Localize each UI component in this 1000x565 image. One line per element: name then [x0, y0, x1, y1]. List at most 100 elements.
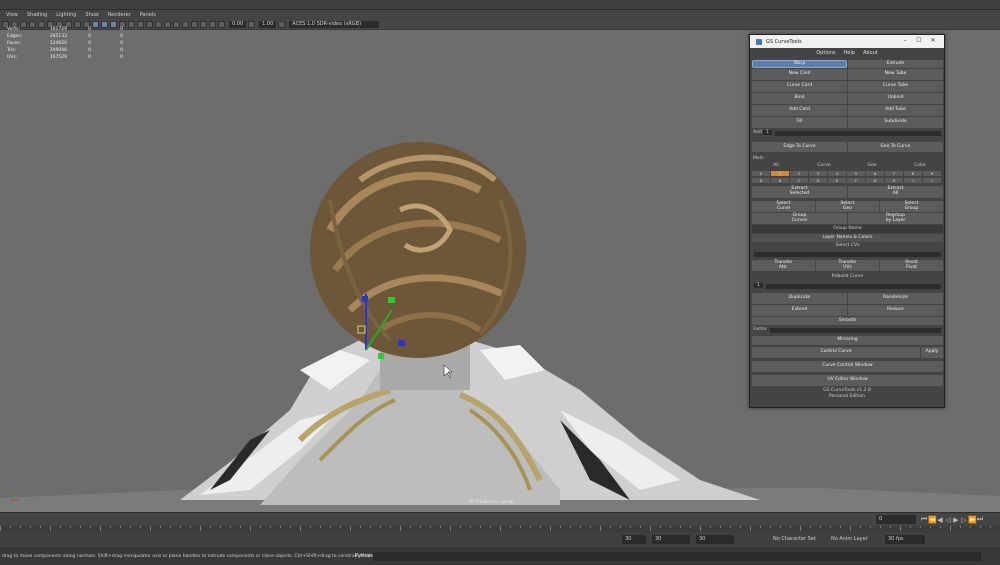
new-card-button[interactable]: New Card	[752, 69, 847, 80]
range-field-2[interactable]: 30	[696, 535, 734, 544]
group-curves-button[interactable]: Group Curves	[752, 213, 847, 224]
duplicate-button[interactable]: Duplicate	[752, 293, 847, 304]
script-language-button[interactable]: Python	[355, 553, 372, 559]
frame-tick	[990, 526, 991, 528]
mirroring-button[interactable]: Mirroring	[752, 336, 943, 345]
minimize-icon[interactable]: –	[898, 37, 912, 44]
layer-tag[interactable]: H	[885, 178, 903, 183]
new-tube-button[interactable]: New Tube	[848, 69, 943, 80]
transfer-attr-button[interactable]: Transfer Attr.	[752, 260, 815, 271]
edge-to-curve-button[interactable]: Edge To Curve	[752, 142, 847, 152]
move-handle-icon[interactable]	[398, 340, 405, 346]
layer-tag[interactable]: 5	[847, 171, 865, 176]
layer-tag[interactable]: E	[828, 178, 846, 183]
step-forward-key-icon[interactable]: ⏩	[968, 516, 977, 524]
layer-tag[interactable]: B	[771, 178, 789, 183]
add-tube-button[interactable]: Add Tube	[848, 105, 943, 116]
extend-button[interactable]: Extend	[752, 305, 847, 316]
factor-slider[interactable]	[770, 328, 941, 333]
randomize-button[interactable]: Randomize	[848, 293, 943, 304]
range-field-1[interactable]: 30	[652, 535, 690, 544]
layer-tag[interactable]: 9	[923, 171, 941, 176]
transfer-uvs-button[interactable]: Transfer UVs	[816, 260, 879, 271]
select-geo-button[interactable]: Select Geo	[816, 201, 879, 212]
unbind-button[interactable]: Unbind	[848, 93, 943, 104]
group-name-input[interactable]: Group Name	[752, 225, 943, 233]
layer-tag[interactable]: 7	[885, 171, 903, 176]
anim-layer-dropdown[interactable]: No Anim Layer	[828, 535, 878, 544]
frame-tick	[870, 526, 871, 528]
menu-about[interactable]: About	[863, 50, 878, 56]
layer-tag[interactable]: 8	[904, 171, 922, 176]
apply-button[interactable]: Apply	[921, 347, 943, 358]
smooth-button[interactable]: Smooth	[752, 317, 943, 325]
layer-tag[interactable]: 4	[828, 171, 846, 176]
frame-tick	[730, 526, 731, 528]
warp-button[interactable]: Warp	[752, 60, 847, 68]
add-slider[interactable]	[775, 131, 941, 136]
subdivide-button[interactable]: Subdivide	[848, 117, 943, 128]
go-to-end-icon[interactable]: ⏭	[976, 515, 984, 524]
extract-all-button[interactable]: Extract All	[848, 186, 943, 198]
select-curve-button[interactable]: Select Curve	[752, 201, 815, 212]
reduce-button[interactable]: Reduce	[848, 305, 943, 316]
uv-editor-window-button[interactable]: UV Editor Window	[752, 375, 943, 386]
curve-control-window-button[interactable]: Curve Control Window	[752, 361, 943, 372]
layer-tag[interactable]: 1	[771, 171, 789, 176]
bind-button[interactable]: Bind	[752, 93, 847, 104]
add-card-button[interactable]: Add Card	[752, 105, 847, 116]
regroup-by-layer-button[interactable]: Regroup by Layer	[848, 213, 943, 224]
layer-tag[interactable]: 6	[866, 171, 884, 176]
range-start-field[interactable]: 30	[622, 535, 646, 544]
close-icon[interactable]: ✕	[926, 37, 940, 44]
command-line-input[interactable]	[373, 552, 981, 561]
rebuild-slider[interactable]	[766, 284, 941, 289]
layer-names-colors-button[interactable]: Layer Names & Colors	[752, 234, 943, 242]
menu-options[interactable]: Options	[816, 50, 835, 56]
layer-tag[interactable]: I	[904, 178, 922, 183]
layer-tag[interactable]: 3	[809, 171, 827, 176]
layer-tag[interactable]: 0	[752, 171, 770, 176]
go-to-start-icon[interactable]: ⏮	[920, 515, 928, 524]
curve-tube-button[interactable]: Curve Tube	[848, 81, 943, 92]
layer-tag[interactable]: A	[752, 178, 770, 183]
step-forward-icon[interactable]: ▷	[960, 516, 968, 524]
fps-dropdown[interactable]: 30 fps	[885, 535, 925, 544]
play-back-icon[interactable]: ◁	[944, 516, 952, 524]
move-handle-icon[interactable]	[378, 353, 384, 359]
gs-edition: Personal Edition	[828, 394, 866, 399]
reset-pivot-button[interactable]: Reset Pivot	[880, 260, 943, 271]
frame-tick	[570, 526, 571, 528]
step-back-icon[interactable]: ◀	[936, 516, 944, 524]
step-back-key-icon[interactable]: ⏪	[928, 516, 937, 524]
layer-tag[interactable]: F	[847, 178, 865, 183]
layer-tag[interactable]: J	[923, 178, 941, 183]
select-group-button[interactable]: Select Group	[880, 201, 943, 212]
select-cvs-slider[interactable]	[754, 252, 941, 257]
extrude-button[interactable]: Extrude	[848, 60, 943, 68]
fill-button[interactable]: Fill	[752, 117, 847, 128]
layer-tag[interactable]: 2	[790, 171, 808, 176]
current-frame-field[interactable]: 0	[876, 515, 916, 524]
rebuild-value-field[interactable]: 1	[754, 283, 763, 288]
control-curve-button[interactable]: Control Curve	[752, 347, 920, 358]
maximize-icon[interactable]: ☐	[912, 37, 926, 44]
add-value-field[interactable]: 1	[763, 130, 772, 135]
frame-tick	[980, 526, 981, 528]
frame-tick	[830, 526, 831, 528]
character-set-dropdown[interactable]: No Character Set	[770, 535, 818, 544]
layer-tag[interactable]: G	[866, 178, 884, 183]
extract-selected-button[interactable]: Extract Selected	[752, 186, 847, 198]
layer-tag[interactable]: C	[790, 178, 808, 183]
geo-to-curve-button[interactable]: Geo To Curve	[848, 142, 943, 152]
gs-title-bar[interactable]: GS CurveTools – ☐ ✕	[750, 35, 944, 48]
move-handle-icon[interactable]	[388, 297, 395, 303]
menu-help[interactable]: Help	[844, 50, 855, 56]
playback-controls: ⏮ ⏪ ◀ ◁ ▶ ▷ ⏩ ⏭	[920, 515, 1000, 524]
curve-card-button[interactable]: Curve Card	[752, 81, 847, 92]
frame-tick	[310, 526, 311, 528]
play-forward-icon[interactable]: ▶	[952, 516, 960, 524]
time-slider[interactable]	[0, 512, 1000, 526]
move-handle-icon[interactable]	[362, 296, 368, 302]
layer-tag[interactable]: D	[809, 178, 827, 183]
